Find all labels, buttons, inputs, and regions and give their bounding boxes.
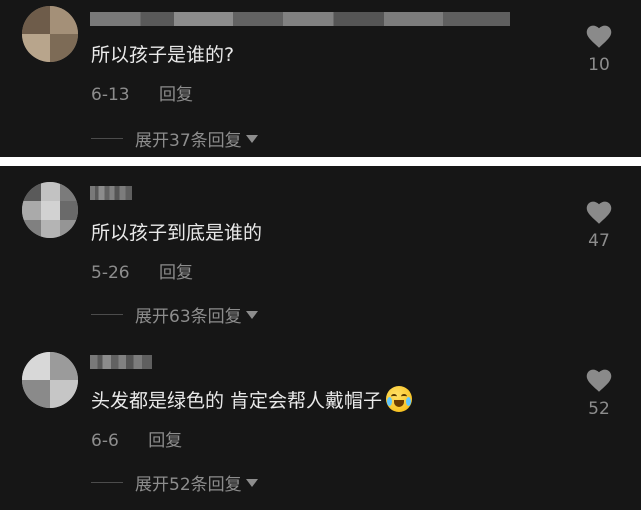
like-count: 47 <box>588 231 610 251</box>
like-count: 52 <box>588 399 610 419</box>
reply-button[interactable]: 回复 <box>159 263 193 283</box>
comment-meta: 6-6 回复 <box>91 426 182 451</box>
comment-text-content: 头发都是绿色的 肯定会帮人戴帽子 <box>91 390 383 412</box>
username-blurred[interactable] <box>90 186 132 200</box>
expand-replies-button[interactable]: 展开37条回复 <box>91 126 258 151</box>
avatar[interactable] <box>22 352 78 408</box>
username-blurred[interactable] <box>90 355 152 369</box>
reply-button[interactable]: 回复 <box>159 85 193 105</box>
comment-text: 头发都是绿色的 肯定会帮人戴帽子 <box>91 386 413 413</box>
like-button[interactable]: 10 <box>579 22 619 75</box>
like-count: 10 <box>588 55 610 75</box>
caret-down-icon <box>245 478 258 487</box>
comment-text: 所以孩子到底是谁的 <box>91 222 263 244</box>
username-blurred[interactable] <box>90 12 510 26</box>
comment-date: 5-26 <box>91 263 130 283</box>
comment-meta: 6-13 回复 <box>91 80 193 105</box>
reply-button[interactable]: 回复 <box>148 431 182 451</box>
comment-meta: 5-26 回复 <box>91 258 193 283</box>
like-button[interactable]: 52 <box>579 366 619 419</box>
caret-down-icon <box>245 310 258 319</box>
expand-replies-button[interactable]: 展开63条回复 <box>91 302 258 327</box>
comment-date: 6-13 <box>91 85 130 105</box>
expand-replies-label: 展开63条回复 <box>135 307 242 327</box>
comment-panel-bottom: 所以孩子到底是谁的 5-26 回复 展开63条回复 47 头发都是绿色的 肯定会… <box>0 166 641 510</box>
avatar[interactable] <box>22 182 78 238</box>
avatar[interactable] <box>22 6 78 62</box>
laughing-crying-emoji-icon <box>386 386 413 412</box>
divider-line <box>91 138 123 139</box>
caret-down-icon <box>245 134 258 143</box>
heart-icon <box>586 25 612 48</box>
heart-icon <box>586 201 612 224</box>
divider-line <box>91 314 123 315</box>
divider-line <box>91 482 123 483</box>
comment-date: 6-6 <box>91 431 119 451</box>
heart-icon <box>586 369 612 392</box>
expand-replies-label: 展开52条回复 <box>135 475 242 495</box>
like-button[interactable]: 47 <box>579 198 619 251</box>
expand-replies-button[interactable]: 展开52条回复 <box>91 470 258 495</box>
expand-replies-label: 展开37条回复 <box>135 131 242 151</box>
comment-text: 所以孩子是谁的? <box>91 44 235 66</box>
comment-panel-top: 所以孩子是谁的? 6-13 回复 展开37条回复 10 <box>0 0 641 157</box>
